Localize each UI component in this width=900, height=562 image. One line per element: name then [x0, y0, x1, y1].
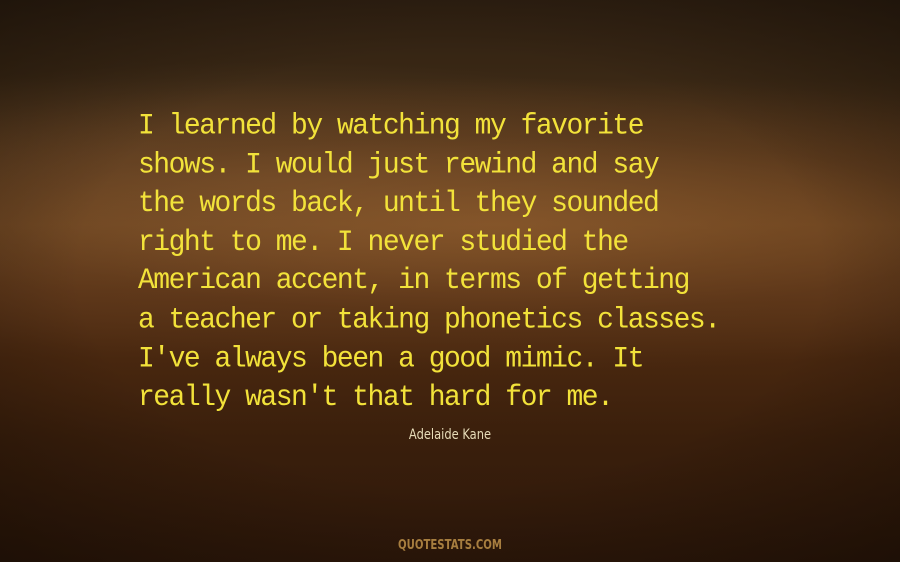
quote-text: I learned by watching my favorite shows.…	[138, 108, 838, 418]
quote-line: really wasn't that hard for me.	[138, 381, 614, 415]
quote-line: I learned by watching my favorite	[138, 110, 645, 143]
site-watermark: QUOTESTATS.COM	[397, 538, 503, 553]
quote-line: American accent, in terms of getting	[138, 265, 690, 299]
quote-line: the words back, until they sounded	[138, 187, 660, 221]
quote-author: Adelaide Kane	[408, 427, 492, 443]
quote-line: shows. I would just rewind and say	[138, 148, 660, 182]
quote-line: right to me. I never studied the	[138, 226, 629, 260]
quote-line: I've always been a good mimic. It	[138, 342, 645, 376]
quote-line: a teacher or taking phonetics classes.	[138, 304, 721, 337]
